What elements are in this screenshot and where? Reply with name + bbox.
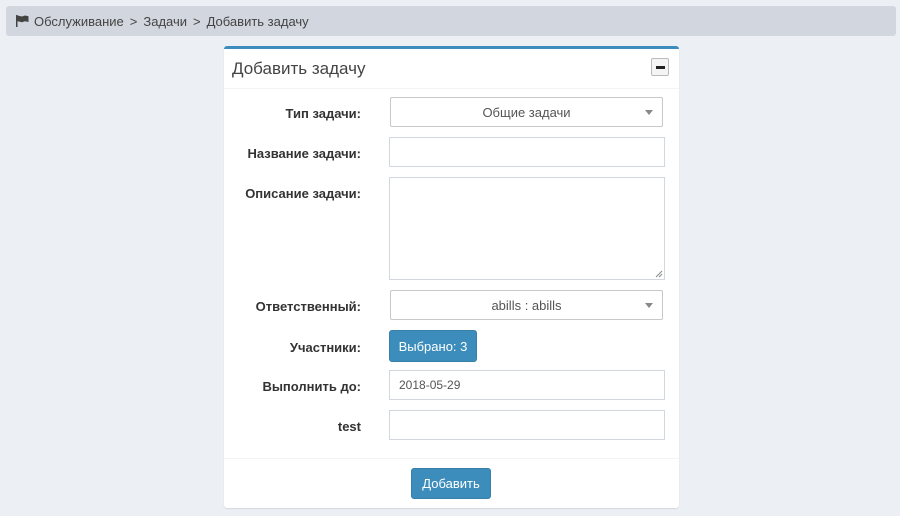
submit-button[interactable]: Добавить bbox=[411, 468, 491, 499]
responsible-value: abills : abills bbox=[491, 297, 562, 313]
collapse-button[interactable] bbox=[651, 58, 669, 76]
due-date-label: Выполнить до: bbox=[262, 379, 361, 394]
breadcrumb-item-maintenance[interactable]: Обслуживание bbox=[34, 14, 124, 29]
due-date-input[interactable] bbox=[389, 370, 665, 400]
responsible-row: Ответственный: abills : abills bbox=[224, 290, 679, 322]
participants-label: Участники: bbox=[289, 340, 361, 355]
breadcrumb-separator: > bbox=[193, 13, 201, 29]
responsible-select[interactable]: abills : abills bbox=[390, 290, 663, 320]
task-description-row: Описание задачи: bbox=[224, 177, 679, 281]
test-row: test bbox=[224, 410, 679, 442]
test-label: test bbox=[337, 419, 361, 434]
participants-button[interactable]: Выбрано: 3 bbox=[389, 330, 477, 362]
task-type-value: Общие задачи bbox=[482, 104, 571, 120]
breadcrumb-item-tasks[interactable]: Задачи bbox=[143, 14, 187, 29]
flag-icon bbox=[16, 15, 29, 27]
participants-row: Участники: Выбрано: 3 bbox=[224, 330, 679, 362]
task-type-label: Тип задачи: bbox=[285, 106, 361, 121]
breadcrumb: Обслуживание > Задачи > Добавить задачу bbox=[6, 6, 896, 36]
due-date-row: Выполнить до: bbox=[224, 370, 679, 402]
breadcrumb-separator: > bbox=[129, 13, 138, 29]
minus-icon bbox=[655, 65, 665, 69]
task-name-row: Название задачи: bbox=[224, 137, 679, 169]
panel-title: Добавить задачу bbox=[232, 58, 366, 78]
test-input[interactable] bbox=[389, 410, 665, 440]
task-type-select[interactable]: Общие задачи bbox=[390, 97, 663, 127]
responsible-label: Ответственный: bbox=[255, 299, 361, 314]
task-type-row: Тип задачи: Общие задачи bbox=[224, 97, 679, 129]
task-description-label: Описание задачи: bbox=[245, 186, 361, 201]
panel-header: Добавить задачу bbox=[224, 49, 679, 89]
panel-footer: Добавить bbox=[224, 458, 679, 508]
caret-down-icon bbox=[645, 303, 653, 308]
task-description-textarea[interactable] bbox=[389, 177, 665, 280]
resize-grip-icon[interactable] bbox=[655, 270, 663, 278]
add-task-panel: Добавить задачу Тип задачи: Общие задачи… bbox=[224, 46, 679, 508]
caret-down-icon bbox=[645, 110, 653, 115]
task-name-input[interactable] bbox=[389, 137, 665, 167]
task-name-label: Название задачи: bbox=[247, 146, 361, 161]
breadcrumb-item-add-task: Добавить задачу bbox=[206, 13, 309, 29]
